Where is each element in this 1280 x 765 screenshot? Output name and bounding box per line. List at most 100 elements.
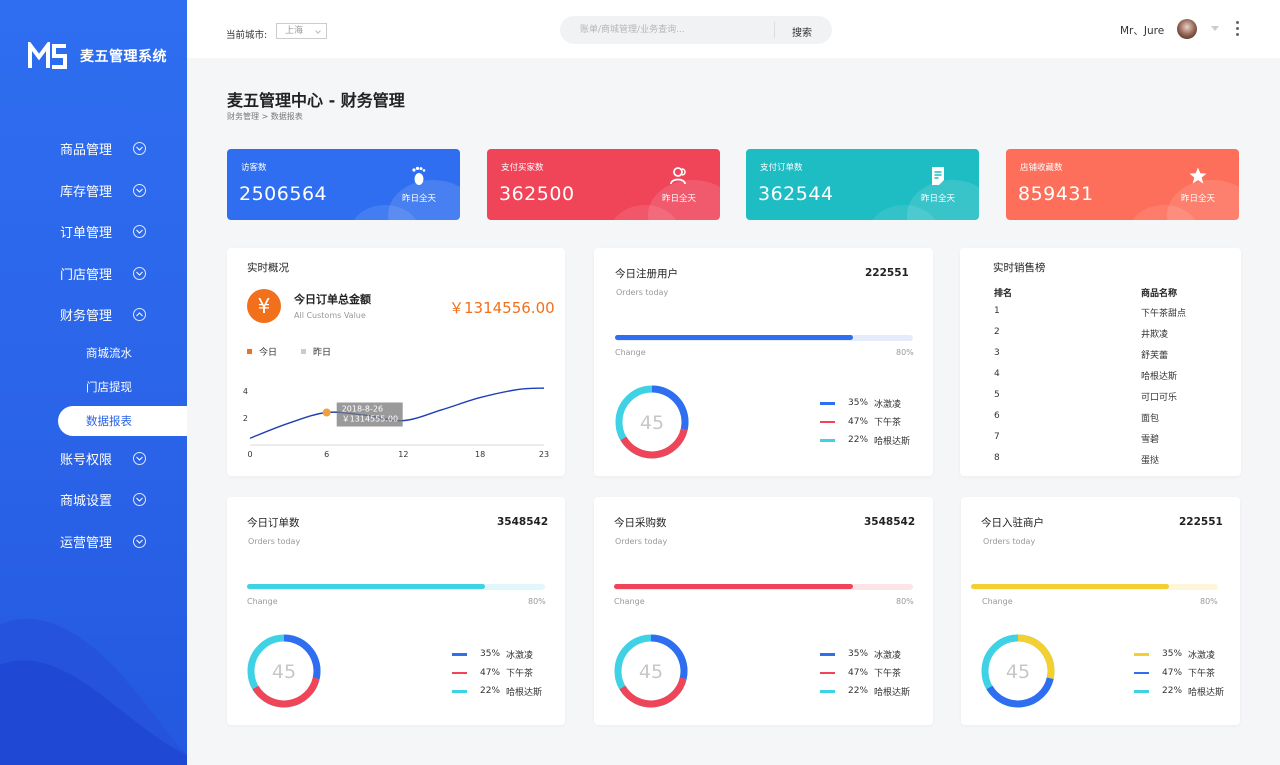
panel-subtitle: Orders today xyxy=(615,537,668,546)
legend-swatch xyxy=(1134,653,1149,656)
stat-card-visitors[interactable]: 访客数 2506564 昨日全天 xyxy=(227,149,460,220)
more-vertical-icon[interactable] xyxy=(1236,21,1240,37)
avatar[interactable] xyxy=(1177,19,1197,39)
chevron-down-icon xyxy=(315,28,321,34)
sidebar-subitem-mall-flow[interactable]: 商城流水 xyxy=(0,336,187,370)
search-divider xyxy=(774,22,775,38)
stat-card-favorites[interactable]: 店铺收藏数 859431 昨日全天 xyxy=(1006,149,1239,220)
chevron-up-icon xyxy=(133,308,146,322)
panel-subtitle: Orders today xyxy=(248,537,301,546)
users-icon xyxy=(670,167,686,185)
x-tick-label: 0 xyxy=(247,450,252,459)
legend-label: 冰激凌 xyxy=(874,399,902,410)
breadcrumb[interactable]: 财务管理 > 数据报表 xyxy=(227,111,303,122)
chevron-down-icon xyxy=(133,534,146,548)
sidebar-item-operations[interactable]: 运营管理 xyxy=(0,521,187,563)
sidebar-item-orders[interactable]: 订单管理 xyxy=(0,211,187,253)
sidebar-menu: 商品管理 库存管理 订单管理 门店管理 财务管理 商城流水 门店提现 数据报表 … xyxy=(0,128,187,562)
line-chart[interactable]: 0 6 12 18 23 2 4 2018-8-26￥1314555.00 xyxy=(227,248,565,476)
legend-swatch xyxy=(820,671,835,674)
sidebar-item-mall-settings[interactable]: 商城设置 xyxy=(0,479,187,521)
sidebar-item-accounts[interactable]: 账号权限 xyxy=(0,438,187,480)
table-row[interactable]: 3 舒芙蕾 xyxy=(960,348,1240,369)
rank-number: 8 xyxy=(994,453,1000,463)
sidebar-subitem-data-report[interactable]: 数据报表 xyxy=(58,405,187,436)
progress-track xyxy=(614,584,913,590)
logo[interactable]: 麦五管理系统 xyxy=(28,42,167,70)
legend-row: 22% 哈根达斯 xyxy=(1134,682,1224,701)
progress-fill xyxy=(615,335,854,340)
panel-title: 今日订单数 xyxy=(247,517,300,529)
sidebar-item-inventory[interactable]: 库存管理 xyxy=(0,170,187,212)
stat-label: 访客数 xyxy=(241,163,267,173)
rank-product: 面包 xyxy=(1141,414,1160,424)
legend-label: 哈根达斯 xyxy=(874,436,911,447)
app-name: 麦五管理系统 xyxy=(80,49,167,65)
stat-value: 859431 xyxy=(1018,183,1094,205)
legend-label: 冰激凌 xyxy=(506,650,534,661)
progress-fill xyxy=(614,584,854,589)
table-row[interactable]: 1 下午茶甜点 xyxy=(960,306,1240,327)
sidebar-item-label: 门店管理 xyxy=(60,267,113,283)
legend-row: 35% 冰激凌 xyxy=(820,645,910,664)
table-row[interactable]: 6 面包 xyxy=(960,411,1240,432)
panel-sales-ranking: 实时销售榜 排名 商品名称 1 下午茶甜点 2 井欺凌 3 舒芙蕾 4 哈根达斯 5 可口… xyxy=(960,248,1241,476)
city-label: 当前城市: xyxy=(226,30,268,41)
progress-fill xyxy=(247,584,486,589)
rank-product: 井欺凌 xyxy=(1141,330,1169,340)
progress-fill xyxy=(971,584,1169,589)
donut-chart[interactable]: 45 xyxy=(613,633,689,709)
rank-number: 7 xyxy=(994,432,1000,442)
legend-pct: 22% xyxy=(848,435,869,446)
legend-label: 哈根达斯 xyxy=(1188,687,1225,698)
legend-pct: 22% xyxy=(480,686,501,697)
x-tick-label: 12 xyxy=(398,450,408,459)
logo-mark-icon xyxy=(28,42,67,69)
x-tick-label: 18 xyxy=(475,450,485,459)
stat-card-paid-orders[interactable]: 支付订单数 362544 昨日全天 xyxy=(746,149,979,220)
search-button[interactable]: 搜索 xyxy=(792,24,812,39)
panel-value: 3548542 xyxy=(864,516,916,528)
rank-product: 雪碧 xyxy=(1141,435,1160,445)
donut-center-value: 45 xyxy=(639,661,663,683)
city-select[interactable]: 上海 xyxy=(276,23,327,39)
table-row[interactable]: 4 哈根达斯 xyxy=(960,369,1240,390)
panel-value: 222551 xyxy=(1179,516,1223,528)
donut-chart[interactable]: 45 xyxy=(246,633,322,709)
sidebar-item-products[interactable]: 商品管理 xyxy=(0,128,187,170)
search-input[interactable] xyxy=(580,23,760,37)
change-percent: 80% xyxy=(528,597,546,606)
user-menu-caret-icon[interactable] xyxy=(1211,26,1219,31)
chevron-down-icon xyxy=(133,266,146,280)
user-name[interactable]: Mr、Jure xyxy=(1120,23,1164,38)
table-row[interactable]: 2 井欺凌 xyxy=(960,327,1240,348)
panel-value: 222551 xyxy=(865,267,909,279)
donut-chart[interactable]: 45 xyxy=(614,384,690,460)
legend-pct: 22% xyxy=(1162,686,1183,697)
legend-label: 下午茶 xyxy=(506,669,534,680)
legend-row: 35% 冰激凌 xyxy=(820,394,910,413)
legend-swatch xyxy=(1134,671,1149,674)
tooltip-value: ￥1314555.00 xyxy=(342,415,398,424)
legend-pct: 47% xyxy=(848,416,869,427)
sidebar-item-stores[interactable]: 门店管理 xyxy=(0,253,187,295)
sidebar-item-label: 运营管理 xyxy=(60,535,113,551)
rank-product: 下午茶甜点 xyxy=(1141,309,1187,319)
legend-label: 下午茶 xyxy=(1188,669,1216,680)
panel-title: 今日注册用户 xyxy=(615,268,678,280)
stat-card-buyers[interactable]: 支付买家数 362500 昨日全天 xyxy=(487,149,720,220)
donut-center-value: 45 xyxy=(640,412,664,434)
rank-product: 舒芙蕾 xyxy=(1141,351,1169,361)
y-tick-label: 4 xyxy=(243,387,248,396)
stat-value: 2506564 xyxy=(239,183,328,205)
sidebar-subitem-store-withdraw[interactable]: 门店提现 xyxy=(0,370,187,404)
table-row[interactable]: 7 雪碧 xyxy=(960,432,1240,453)
city-select-value: 上海 xyxy=(285,26,304,36)
sidebar-item-finance[interactable]: 财务管理 xyxy=(0,294,187,336)
chevron-down-icon xyxy=(133,142,146,156)
donut-chart[interactable]: 45 xyxy=(980,633,1056,709)
table-row[interactable]: 5 可口可乐 xyxy=(960,390,1240,411)
sidebar-item-label: 订单管理 xyxy=(60,226,113,242)
legend-pct: 47% xyxy=(1162,667,1183,678)
table-row[interactable]: 8 蛋挞 xyxy=(960,453,1240,474)
